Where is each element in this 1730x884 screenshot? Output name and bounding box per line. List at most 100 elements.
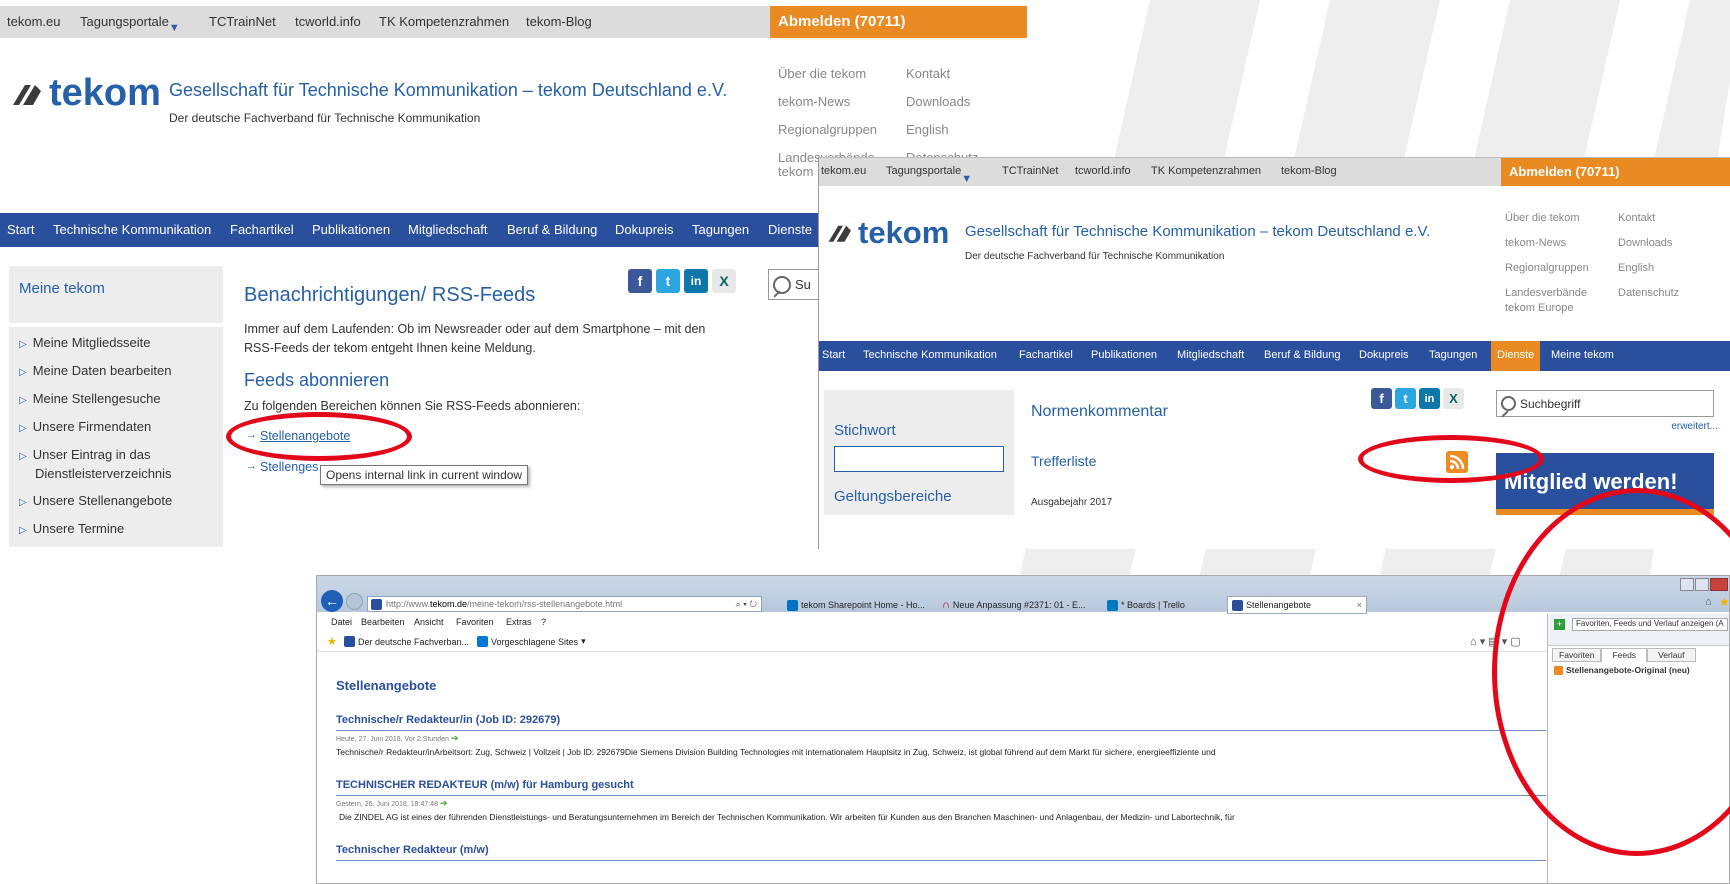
search-input-2[interactable]: Suchbegriff bbox=[1496, 390, 1714, 417]
feed-item-title[interactable]: Technischer Redakteur (m/w) bbox=[336, 844, 489, 856]
linkedin-icon[interactable]: in bbox=[1419, 388, 1440, 409]
nav-tctrainnet[interactable]: TCTrainNet bbox=[209, 14, 276, 29]
nav-tekom-blog[interactable]: tekom-Blog bbox=[526, 14, 592, 29]
menu-favoriten[interactable]: Favoriten bbox=[456, 617, 494, 627]
search-advanced-link[interactable]: erweitert... bbox=[1671, 421, 1718, 432]
nav-technische-kommunikation[interactable]: Technische Kommunikation bbox=[53, 222, 211, 237]
sidebar-item-eintrag-cont[interactable]: Dienstleisterverzeichnis bbox=[35, 466, 172, 481]
nav-fachartikel[interactable]: Fachartikel bbox=[230, 222, 294, 237]
facebook-icon[interactable]: f bbox=[1371, 388, 1392, 409]
quicklink-english[interactable]: English bbox=[906, 116, 978, 144]
nav-tekom-blog-2[interactable]: tekom-Blog bbox=[1281, 165, 1337, 177]
nav-start[interactable]: Start bbox=[7, 222, 34, 237]
nav-tctrainnet-2[interactable]: TCTrainNet bbox=[1002, 165, 1058, 177]
nav-tcworld[interactable]: tcworld.info bbox=[295, 14, 361, 29]
nav2-dienste[interactable]: Dienste bbox=[1491, 341, 1541, 371]
sidebar-item-eintrag[interactable]: ▷ Unser Eintrag in das bbox=[19, 447, 150, 462]
tekom-logo[interactable]: tekom bbox=[9, 72, 161, 115]
facebook-icon[interactable]: f bbox=[628, 269, 652, 293]
nav2-fachartikel[interactable]: Fachartikel bbox=[1019, 349, 1073, 361]
nav-publikationen[interactable]: Publikationen bbox=[312, 222, 390, 237]
quicklink-downloads[interactable]: Downloads bbox=[906, 88, 978, 116]
fav-vorgeschlagene-sites[interactable]: Vorgeschlagene Sites ▾ bbox=[477, 636, 586, 647]
nav-tk-kompetenzrahmen[interactable]: TK Kompetenzrahmen bbox=[379, 14, 509, 29]
linkedin-icon[interactable]: in bbox=[684, 269, 708, 293]
top-service-nav-2: tekom.eu Tagungsportale ▼ TCTrainNet tcw… bbox=[819, 158, 1501, 186]
quicklink-kontakt[interactable]: Kontakt bbox=[906, 60, 978, 88]
triangle-right-icon: ▷ bbox=[19, 525, 27, 536]
quicklink2-regionalgruppen[interactable]: Regionalgruppen bbox=[1505, 256, 1589, 281]
tab-trello[interactable]: * Boards | Trello bbox=[1107, 596, 1217, 614]
nav-tekom-eu-2[interactable]: tekom.eu bbox=[821, 165, 866, 177]
nav2-mitgliedschaft[interactable]: Mitgliedschaft bbox=[1177, 349, 1244, 361]
menu-help[interactable]: ? bbox=[541, 617, 546, 627]
xing-icon[interactable]: X bbox=[712, 269, 736, 293]
nav-tekom-eu[interactable]: tekom.eu bbox=[7, 14, 60, 29]
highlight-ellipse-stellenangebote bbox=[226, 412, 412, 461]
quicklink2-kontakt[interactable]: Kontakt bbox=[1618, 206, 1679, 231]
tab-sharepoint[interactable]: tekom Sharepoint Home - Ho... bbox=[787, 596, 937, 614]
nav-tagungsportale-2[interactable]: Tagungsportale ▼ bbox=[886, 165, 972, 185]
quicklink-regionalgruppen[interactable]: Regionalgruppen bbox=[778, 116, 877, 144]
quicklink-ueber[interactable]: Über die tekom bbox=[778, 60, 877, 88]
sidebar-item-stellenangebote[interactable]: ▷ Unsere Stellenangebote bbox=[19, 493, 172, 508]
sidebar-item-daten[interactable]: ▷ Meine Daten bearbeiten bbox=[19, 363, 171, 378]
logout-button-2[interactable]: Abmelden (70711) bbox=[1501, 158, 1730, 186]
fav-fachverband[interactable]: Der deutsche Fachverban... bbox=[344, 636, 469, 647]
sidebar-item-mitgliedsseite[interactable]: ▷ Meine Mitgliedsseite bbox=[19, 335, 150, 350]
quicklink-news[interactable]: tekom-News bbox=[778, 88, 877, 116]
feed-item-desc: Technische/r Redakteur/inArbeitsort: Zug… bbox=[336, 747, 1216, 757]
tekom-logo-2[interactable]: tekom bbox=[825, 215, 949, 251]
quicklink2-english[interactable]: English bbox=[1618, 256, 1679, 281]
nav2-dokupreis[interactable]: Dokupreis bbox=[1359, 349, 1409, 361]
nav-beruf-bildung[interactable]: Beruf & Bildung bbox=[507, 222, 597, 237]
menu-extras[interactable]: Extras bbox=[506, 617, 532, 627]
arrow-go-icon[interactable]: ➔ bbox=[440, 798, 448, 808]
quicklink2-news[interactable]: tekom-News bbox=[1505, 231, 1589, 256]
feed-item-title[interactable]: TECHNISCHER REDAKTEUR (m/w) für Hamburg … bbox=[336, 779, 634, 791]
tab-stellenangebote[interactable]: Stellenangebote × bbox=[1227, 596, 1367, 614]
stichwort-input[interactable] bbox=[834, 446, 1004, 472]
arrow-go-icon[interactable]: ➔ bbox=[451, 733, 459, 743]
back-icon[interactable]: ← bbox=[321, 590, 343, 612]
sidebar-item-termine[interactable]: ▷ Unsere Termine bbox=[19, 521, 124, 536]
nav-dokupreis[interactable]: Dokupreis bbox=[615, 222, 674, 237]
quicklinks2-col2: Kontakt Downloads English Datenschutz bbox=[1618, 206, 1679, 306]
nav-tcworld-2[interactable]: tcworld.info bbox=[1075, 165, 1131, 177]
nav-mitgliedschaft[interactable]: Mitgliedschaft bbox=[408, 222, 487, 237]
address-bar[interactable]: http://www. tekom.de/meine-tekom/rss-stel… bbox=[367, 596, 762, 612]
menu-datei[interactable]: Datei bbox=[331, 617, 352, 627]
nav2-tagungen[interactable]: Tagungen bbox=[1429, 349, 1477, 361]
tekom-favicon bbox=[344, 636, 355, 647]
nav2-beruf-bildung[interactable]: Beruf & Bildung bbox=[1264, 349, 1340, 361]
sidebar-item-firmendaten[interactable]: ▷ Unsere Firmendaten bbox=[19, 419, 151, 434]
feed-link-stellengesuche[interactable]: Stellenges bbox=[260, 460, 318, 474]
close-tab-icon[interactable]: × bbox=[1357, 600, 1362, 610]
nav-tk-kompetenzrahmen-2[interactable]: TK Kompetenzrahmen bbox=[1151, 165, 1261, 177]
nav2-meine-tekom[interactable]: Meine tekom bbox=[1551, 349, 1614, 361]
nav-tagungsportale[interactable]: Tagungsportale ▼ bbox=[80, 14, 180, 34]
favorites-icon[interactable]: ★ bbox=[327, 635, 337, 648]
forward-icon[interactable] bbox=[346, 593, 363, 610]
xing-icon[interactable]: X bbox=[1443, 388, 1464, 409]
menu-bearbeiten[interactable]: Bearbeiten bbox=[361, 617, 405, 627]
tab-neue-anpassung[interactable]: ∩ Neue Anpassung #2371: 01 - E... bbox=[942, 596, 1102, 614]
twitter-icon[interactable]: t bbox=[1395, 388, 1416, 409]
social-icons-2: f t in X bbox=[1371, 388, 1464, 409]
search-refresh-icon[interactable]: ⌕ ▾ ↻ bbox=[736, 599, 757, 610]
quicklink2-downloads[interactable]: Downloads bbox=[1618, 231, 1679, 256]
sidebar-title[interactable]: Meine tekom bbox=[19, 280, 105, 297]
geltungsbereiche-label[interactable]: Geltungsbereiche bbox=[834, 488, 952, 505]
logout-button[interactable]: Abmelden (70711) bbox=[770, 6, 1027, 38]
nav-dienste[interactable]: Dienste bbox=[768, 222, 812, 237]
menu-ansicht[interactable]: Ansicht bbox=[414, 617, 444, 627]
nav2-start[interactable]: Start bbox=[822, 349, 845, 361]
nav-tagungen[interactable]: Tagungen bbox=[692, 222, 749, 237]
nav2-publikationen[interactable]: Publikationen bbox=[1091, 349, 1157, 361]
quicklink2-ueber[interactable]: Über die tekom bbox=[1505, 206, 1589, 231]
sidebar-item-stellengesuche[interactable]: ▷ Meine Stellengesuche bbox=[19, 391, 161, 406]
twitter-icon[interactable]: t bbox=[656, 269, 680, 293]
quicklink2-datenschutz[interactable]: Datenschutz bbox=[1618, 281, 1679, 306]
nav2-technische-kommunikation[interactable]: Technische Kommunikation bbox=[863, 349, 997, 361]
feed-item-title[interactable]: Technische/r Redakteur/in (Job ID: 29267… bbox=[336, 714, 560, 726]
